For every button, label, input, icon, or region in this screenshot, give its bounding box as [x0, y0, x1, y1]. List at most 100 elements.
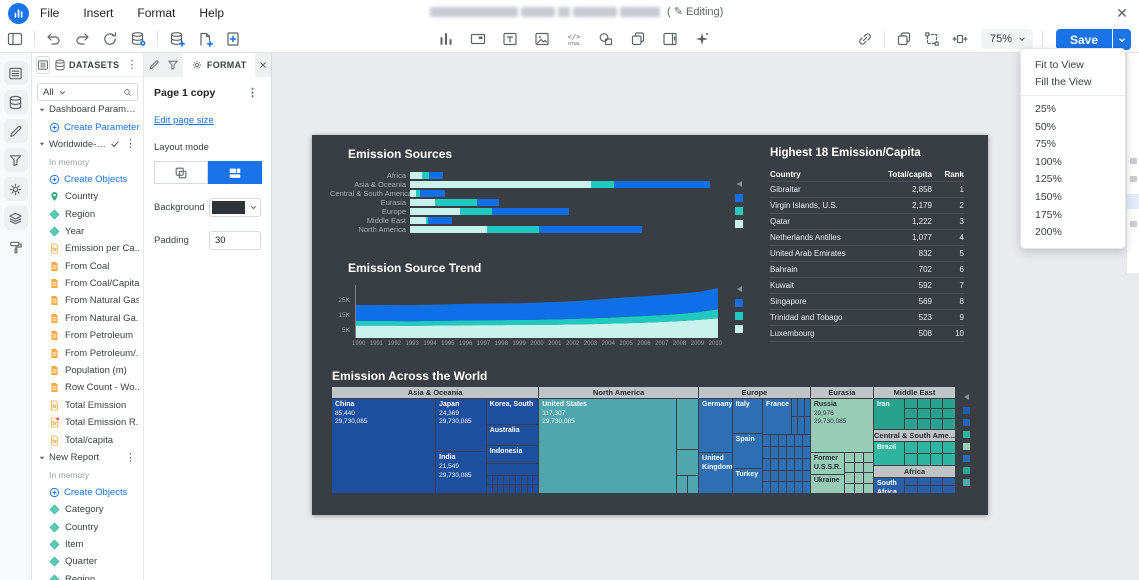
treemap-legend[interactable] — [960, 394, 972, 486]
field-row-count-wo-[interactable]: Row Count - Wo... — [32, 379, 143, 396]
treemap-cell[interactable] — [918, 419, 930, 428]
field-total-emission-r-[interactable]: fxTotal Emission R... — [32, 414, 143, 431]
dashboard-page[interactable]: Emission Sources AfricaAsia & OceaniaCen… — [312, 135, 988, 515]
tab-filter[interactable] — [163, 53, 182, 77]
close-icon[interactable]: ✕ — [1113, 4, 1131, 22]
page-menu-icon[interactable]: ⋮ — [244, 88, 261, 98]
refresh-icon[interactable] — [101, 30, 119, 48]
dataset-menu-icon[interactable]: ⋮ — [122, 139, 139, 149]
panel-toggle-icon[interactable] — [6, 30, 24, 48]
treemap-cell[interactable] — [504, 476, 509, 484]
bar-row-north-america[interactable]: North America — [330, 225, 720, 234]
treemap-cell-germany[interactable]: Germany — [699, 399, 732, 452]
treemap-cell[interactable] — [845, 484, 854, 493]
info-card-icon[interactable] — [661, 30, 679, 48]
treemap-cell[interactable] — [771, 435, 778, 446]
treemap-cell-turkey[interactable]: Turkey — [733, 469, 762, 493]
legend-swatch-blue[interactable] — [735, 299, 743, 307]
datasets-menu-icon[interactable]: ⋮ — [123, 60, 140, 70]
layout-grid-button[interactable] — [208, 161, 262, 184]
bar-chart-legend[interactable] — [733, 181, 745, 228]
table-widget[interactable]: Highest 18 Emission/Capita CountryTotal/… — [770, 147, 964, 342]
treemap-cell[interactable] — [779, 459, 786, 470]
treemap-cell-korea-south[interactable]: Korea, South — [487, 399, 539, 424]
area-chart-legend[interactable] — [733, 286, 745, 333]
treemap-cell[interactable] — [931, 399, 943, 408]
field-total-emission[interactable]: fxTotal Emission — [32, 397, 143, 414]
treemap-cell[interactable] — [688, 476, 698, 493]
bar-row-asia-oceania[interactable]: Asia & Oceania — [330, 180, 720, 189]
menu-file[interactable]: File — [40, 6, 59, 20]
table-row[interactable]: Virgin Islands, U.S.2,1792 — [770, 198, 964, 214]
field-emission-per-ca-[interactable]: fxEmission per Ca... — [32, 240, 143, 257]
treemap-cell[interactable] — [763, 471, 770, 482]
treemap-cell[interactable] — [905, 409, 917, 418]
treemap-cell-united-kingdom[interactable]: United Kingdom — [699, 453, 732, 493]
field-from-natural-ga-[interactable]: From Natural Ga... — [32, 310, 143, 327]
treemap-cell-indonesia[interactable]: Indonesia — [487, 446, 539, 463]
treemap-cell[interactable] — [787, 435, 794, 446]
field-from-petroleum-[interactable]: From Petroleum/... — [32, 344, 143, 361]
control-icon[interactable] — [469, 30, 487, 48]
treemap-cell[interactable] — [533, 485, 538, 493]
treemap-cell-australia[interactable]: Australia — [487, 425, 539, 445]
treemap-cell[interactable] — [487, 464, 539, 475]
treemap-cell[interactable] — [798, 399, 803, 416]
treemap-chart[interactable]: Asia & OceaniaChina85,44029,730,085Japan… — [332, 387, 955, 493]
treemap-cell[interactable] — [855, 484, 864, 493]
zoom-level-select[interactable]: 75% — [981, 29, 1033, 49]
page-add-icon[interactable] — [224, 30, 242, 48]
treemap-cell[interactable] — [943, 478, 955, 485]
treemap-cell[interactable] — [792, 417, 797, 434]
bar-segment-blue[interactable] — [492, 208, 568, 215]
legend-swatch-teal[interactable] — [735, 312, 743, 320]
treemap-cell[interactable] — [855, 463, 864, 472]
treemap-cell[interactable] — [845, 463, 854, 472]
text-icon[interactable] — [501, 30, 519, 48]
bar-segment-blue[interactable] — [428, 217, 452, 224]
undo-icon[interactable] — [45, 30, 63, 48]
treemap-cell[interactable] — [516, 476, 521, 484]
treemap-group-header[interactable]: Middle East — [874, 387, 955, 398]
caret-down-icon[interactable] — [38, 454, 46, 462]
area-chart[interactable] — [355, 285, 717, 338]
menu-item-zoom-175[interactable]: 175% — [1021, 206, 1125, 224]
menu-item-zoom-75[interactable]: 75% — [1021, 135, 1125, 153]
treemap-cell[interactable] — [864, 463, 873, 472]
table-row[interactable]: United Arab Emirates8325 — [770, 246, 964, 262]
treemap-cell[interactable] — [522, 476, 527, 484]
treemap-cell[interactable] — [855, 473, 864, 482]
menu-item-zoom-100[interactable]: 100% — [1021, 153, 1125, 171]
field-year[interactable]: Year — [32, 223, 143, 240]
bar-segment-blue[interactable] — [477, 199, 500, 206]
treemap-cell-china[interactable]: China85,44029,730,085 — [332, 399, 435, 493]
treemap-cell[interactable] — [905, 399, 917, 408]
treemap-cell[interactable] — [855, 453, 864, 462]
save-button[interactable]: Save — [1056, 29, 1112, 50]
bar-segment-pale[interactable] — [410, 226, 487, 233]
table-row[interactable]: Qatar1,2223 — [770, 214, 964, 230]
field-region[interactable]: Region — [32, 571, 143, 580]
field-total-capita[interactable]: fxTotal/capita — [32, 431, 143, 448]
treemap-cell[interactable] — [803, 471, 810, 482]
legend-swatch-pale[interactable] — [735, 220, 743, 228]
bar-row-middle-east[interactable]: Middle East — [330, 216, 720, 225]
treemap-cell[interactable] — [864, 484, 873, 493]
menu-help[interactable]: Help — [199, 6, 224, 20]
menu-item-zoom-25[interactable]: 25% — [1021, 100, 1125, 118]
treemap-cell[interactable] — [498, 476, 503, 484]
treemap-legend-swatch[interactable] — [963, 467, 970, 474]
treemap-cell[interactable] — [487, 485, 492, 493]
treemap-cell-india[interactable]: India21,54929,730,085 — [436, 452, 486, 493]
treemap-cell[interactable] — [905, 454, 917, 465]
selection-icon[interactable] — [923, 30, 941, 48]
treemap-cell[interactable] — [918, 399, 930, 408]
bar-row-africa[interactable]: Africa — [330, 171, 720, 180]
treemap-cell[interactable] — [493, 485, 498, 493]
treemap-legend-swatch[interactable] — [963, 479, 970, 486]
rail-roller-icon[interactable] — [4, 235, 28, 259]
dataset-list-view-icon[interactable] — [36, 56, 50, 74]
rail-gear-icon[interactable] — [4, 177, 28, 201]
treemap-cell[interactable] — [498, 485, 503, 493]
treemap-cell[interactable] — [943, 442, 955, 453]
